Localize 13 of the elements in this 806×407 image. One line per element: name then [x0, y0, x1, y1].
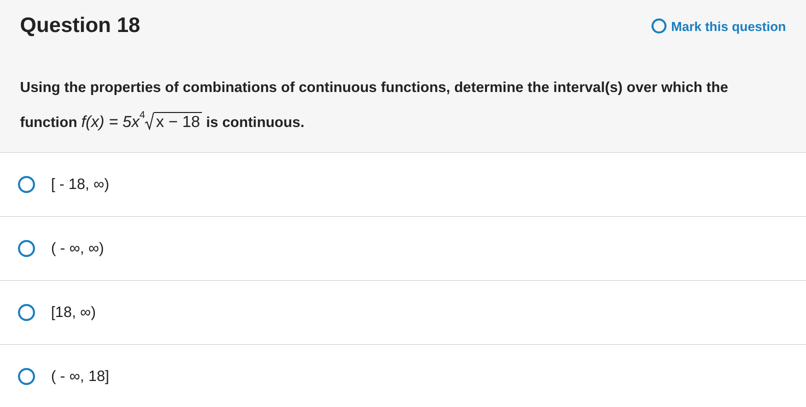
radio-button[interactable]: [18, 176, 35, 193]
answer-option: ( - ∞, 18]: [51, 368, 110, 385]
answer-option: [ - 18, ∞): [51, 176, 110, 193]
radio-button[interactable]: [18, 368, 35, 385]
radical-sign-icon: [145, 112, 154, 130]
question-title: Question 18: [20, 14, 140, 38]
circle-icon: [651, 18, 668, 34]
mark-question-link[interactable]: Mark this question: [651, 18, 786, 34]
radio-button[interactable]: [18, 304, 35, 321]
answer-option: ( - ∞, ∞): [51, 240, 104, 257]
question-prompt: Using the properties of combinations of continuous functions, determine the interval(s) over which the function f(x) = 5x$^{4}$ x − 18 is continuous.: [20, 79, 730, 133]
answer-option: [18, ∞): [51, 304, 96, 321]
radio-button[interactable]: [18, 240, 35, 257]
